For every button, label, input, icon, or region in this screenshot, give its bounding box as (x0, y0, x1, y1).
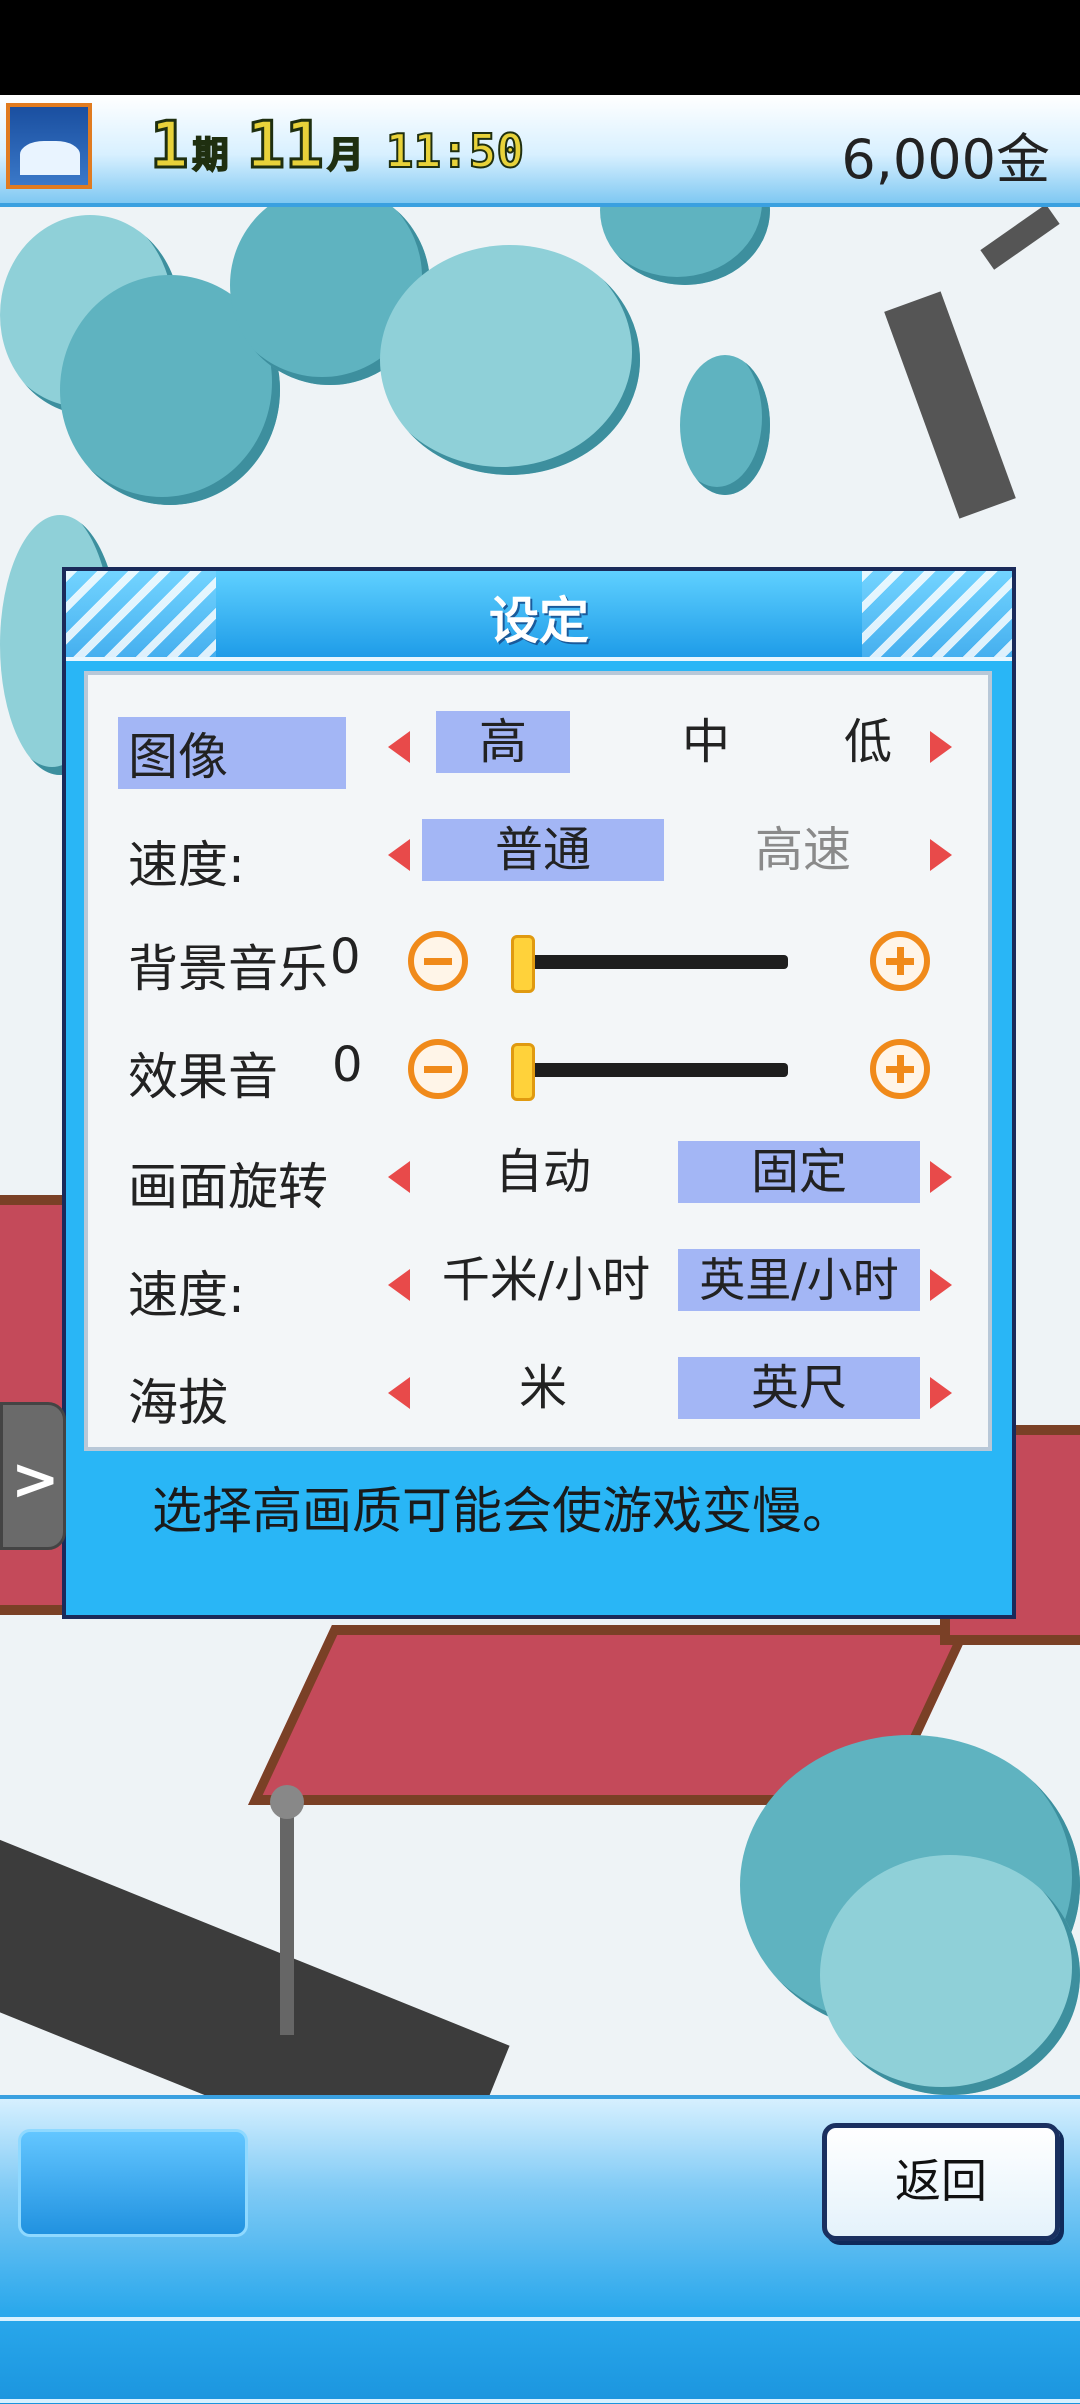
dialog-title: 设定 (489, 592, 589, 650)
option-altitude-feet[interactable]: 英尺 (678, 1357, 920, 1419)
setting-graphics: 图像 高 中 低 (88, 711, 988, 789)
game-time: 11:50 (385, 123, 525, 179)
game-date: 1 期 11 月 11:50 (149, 108, 526, 189)
setting-label-bgm: 背景音乐 (128, 940, 328, 998)
resort-icon[interactable] (6, 103, 92, 189)
divider (0, 2317, 1080, 2321)
skier (270, 1785, 304, 1819)
option-graphics-medium[interactable]: 中 (656, 711, 756, 773)
month-number: 11 (245, 108, 325, 185)
left-arrow-icon[interactable] (388, 1161, 410, 1193)
month-unit: 月 (327, 134, 365, 177)
setting-label-rotation: 画面旋转 (128, 1158, 328, 1216)
option-rotation-fixed[interactable]: 固定 (678, 1141, 920, 1203)
setting-speed-unit: 速度: 千米/小时 英里/小时 (88, 1249, 988, 1324)
setting-label-speed: 速度: (128, 836, 245, 894)
sfx-slider-thumb[interactable] (511, 1043, 535, 1101)
plus-icon[interactable] (870, 1039, 930, 1099)
sfx-volume-slider[interactable] (518, 1063, 788, 1077)
setting-label-sfx: 效果音 (128, 1048, 278, 1106)
bgm-slider-thumb[interactable] (511, 935, 535, 993)
bottom-bar: 返回 (0, 2095, 1080, 2404)
option-rotation-auto[interactable]: 自动 (422, 1141, 664, 1203)
option-graphics-high[interactable]: 高 (436, 711, 570, 773)
settings-panel: 图像 高 中 低 速度: 普通 高速 背景音乐 0 效果音 0 画面旋转 自动 … (84, 671, 992, 1451)
left-arrow-icon[interactable] (388, 1377, 410, 1409)
tree-cluster (380, 245, 640, 475)
right-arrow-icon[interactable] (930, 1161, 952, 1193)
option-altitude-meters[interactable]: 米 (422, 1357, 664, 1419)
right-arrow-icon[interactable] (930, 1377, 952, 1409)
option-speed-fast[interactable]: 高速 (688, 819, 918, 881)
settings-dialog: 设定 图像 高 中 低 速度: 普通 高速 背景音乐 0 效果音 0 画面旋转 … (62, 567, 1016, 1619)
bgm-volume-slider[interactable] (518, 955, 788, 969)
minus-icon[interactable] (408, 1039, 468, 1099)
left-arrow-icon[interactable] (388, 1269, 410, 1301)
back-button[interactable]: 返回 (822, 2123, 1060, 2241)
setting-bgm: 背景音乐 0 (88, 923, 988, 998)
tree (680, 355, 770, 495)
setting-label-speed-unit: 速度: (128, 1266, 245, 1324)
right-arrow-icon[interactable] (930, 731, 952, 763)
street-lamp (280, 1815, 294, 2035)
dialog-header: 设定 (66, 571, 1012, 661)
setting-speed: 速度: 普通 高速 (88, 819, 988, 894)
left-arrow-icon[interactable] (388, 731, 410, 763)
side-menu-tab[interactable]: > (0, 1402, 66, 1550)
minus-icon[interactable] (408, 931, 468, 991)
top-status-bar: 1 期 11 月 11:50 6,000金 (0, 95, 1080, 207)
tree-cluster (820, 1855, 1080, 2095)
setting-label-altitude: 海拔 (128, 1374, 228, 1432)
bgm-volume-value: 0 (330, 929, 361, 985)
money-display: 6,000金 (841, 128, 1050, 191)
option-graphics-low[interactable]: 低 (818, 711, 918, 773)
option-speed-normal[interactable]: 普通 (422, 819, 664, 881)
setting-sfx: 效果音 0 (88, 1031, 988, 1106)
right-arrow-icon[interactable] (930, 1269, 952, 1301)
sfx-volume-value: 0 (332, 1037, 363, 1093)
option-unit-mph[interactable]: 英里/小时 (678, 1249, 920, 1311)
plus-icon[interactable] (870, 931, 930, 991)
setting-rotation: 画面旋转 自动 固定 (88, 1141, 988, 1216)
left-arrow-icon[interactable] (388, 839, 410, 871)
chevron-right-icon: > (11, 1445, 60, 1513)
settings-hint: 选择高画质可能会使游戏变慢。 (152, 1482, 852, 1540)
period-number: 1 (149, 108, 190, 185)
period-unit: 期 (192, 134, 230, 177)
setting-label-graphics: 图像 (118, 717, 346, 789)
ski-lift-cable (980, 204, 1060, 270)
blank-button[interactable] (18, 2129, 248, 2237)
road (0, 1835, 510, 2095)
right-arrow-icon[interactable] (930, 839, 952, 871)
ski-lift-tower (884, 291, 1016, 519)
setting-altitude: 海拔 米 英尺 (88, 1357, 988, 1432)
option-unit-kmh[interactable]: 千米/小时 (418, 1249, 674, 1311)
